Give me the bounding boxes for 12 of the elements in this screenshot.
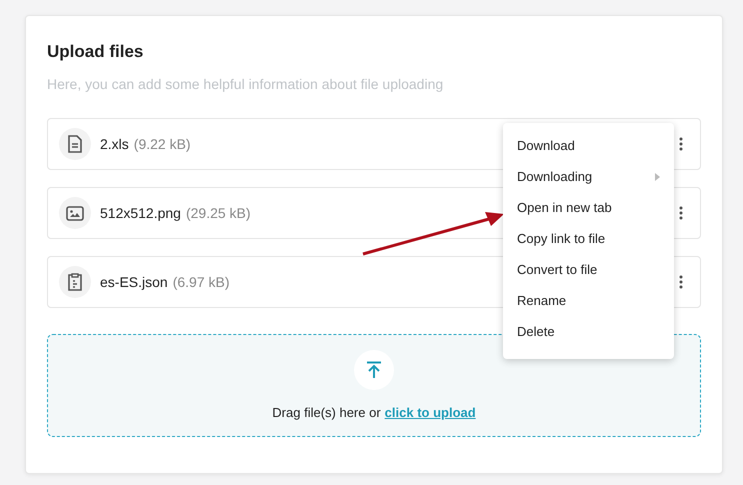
file-size: (9.22 kB) xyxy=(134,136,191,152)
card-subtitle: Here, you can add some helpful information about file uploading xyxy=(47,76,444,92)
drop-instructions: Drag file(s) here or xyxy=(272,404,381,420)
file-size: (29.25 kB) xyxy=(186,205,251,221)
menu-item[interactable]: Open in new tab xyxy=(503,192,674,223)
file-size: (6.97 kB) xyxy=(172,274,230,290)
file-name: es-ES.json xyxy=(100,274,168,290)
file-name: 2.xls xyxy=(100,136,129,152)
menu-item[interactable]: Download xyxy=(503,130,674,161)
file-name: 512x512.png xyxy=(100,205,181,221)
menu-item[interactable]: Convert to file xyxy=(503,254,674,285)
card-title: Upload files xyxy=(47,42,144,62)
